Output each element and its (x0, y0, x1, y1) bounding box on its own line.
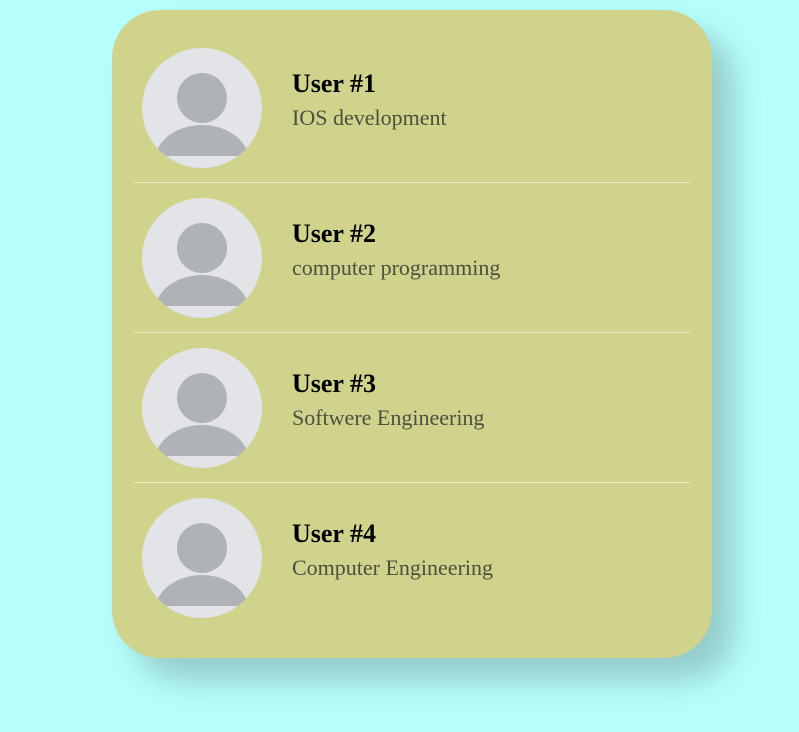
user-silhouette-icon (142, 223, 262, 318)
user-info: User #4 Computer Engineering (292, 517, 493, 583)
user-role: IOS development (292, 105, 447, 130)
user-name: User #4 (292, 519, 377, 548)
user-name: User #3 (292, 369, 377, 398)
user-role: Softwere Engineering (292, 405, 485, 430)
avatar (142, 348, 262, 468)
list-item[interactable]: User #4 Computer Engineering (134, 483, 690, 633)
user-name: User #2 (292, 219, 377, 248)
user-silhouette-icon (142, 373, 262, 468)
list-item[interactable]: User #3 Softwere Engineering (134, 333, 690, 483)
list-item[interactable]: User #1 IOS development (134, 33, 690, 183)
list-item[interactable]: User #2 computer programming (134, 183, 690, 333)
avatar (142, 48, 262, 168)
user-role: computer programming (292, 255, 501, 280)
user-info: User #1 IOS development (292, 67, 447, 133)
user-role: Computer Engineering (292, 555, 494, 580)
avatar (142, 198, 262, 318)
user-list: User #1 IOS development User #2 computer… (134, 33, 690, 633)
user-list-card: User #1 IOS development User #2 computer… (112, 10, 712, 658)
avatar (142, 498, 262, 618)
user-silhouette-icon (142, 73, 262, 168)
user-info: User #3 Softwere Engineering (292, 367, 484, 433)
user-name: User #1 (292, 69, 377, 98)
user-info: User #2 computer programming (292, 217, 500, 283)
user-silhouette-icon (142, 523, 262, 618)
